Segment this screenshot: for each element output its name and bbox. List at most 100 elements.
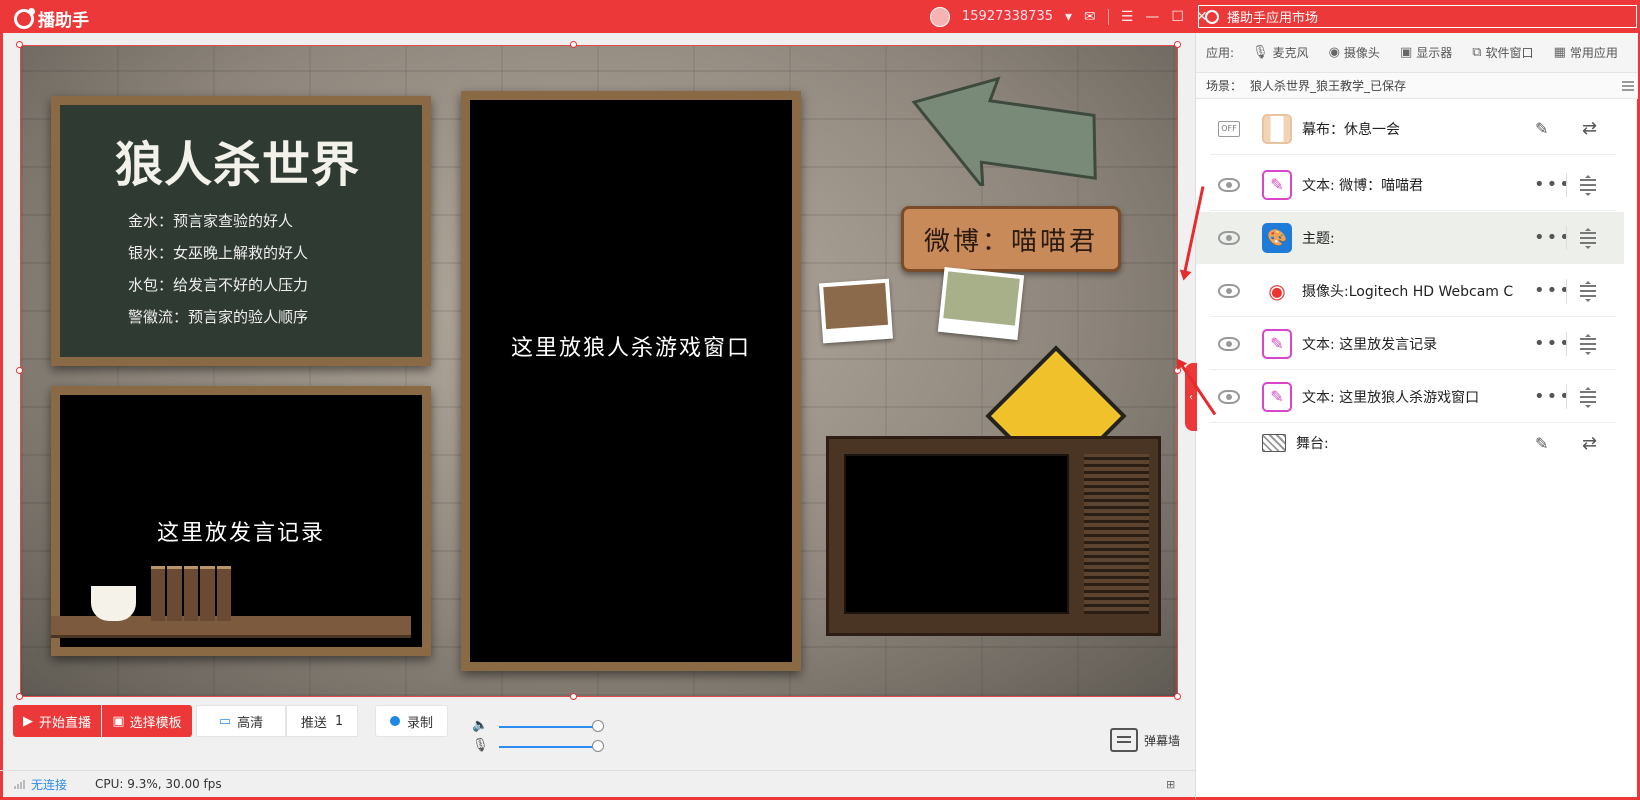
mail-icon[interactable]: ✉ [1084,9,1096,25]
layer-item[interactable]: ✎ 文本: 微博：喵喵君 ••• [1210,159,1616,211]
layer-label: 摄像头:Logitech HD Webcam C [1302,283,1514,300]
scene-label: 场景： [1206,79,1243,93]
danmu-wall-button[interactable]: 弹幕墙 [1110,728,1180,752]
resize-handle[interactable] [570,41,577,48]
chalk-line: 警徽流：预言家的验人顺序 [128,308,309,326]
weibo-sign[interactable]: 微博：喵喵君 [901,206,1121,272]
menu-icon[interactable] [1622,81,1634,83]
layer-item[interactable]: ◉ 摄像头:Logitech HD Webcam C ••• [1210,265,1616,317]
eye-icon[interactable] [1218,336,1240,351]
mic-knob[interactable] [592,740,604,752]
expand-icon[interactable]: ⊞ [1166,778,1175,791]
game-window-board[interactable]: 这里放狼人杀游戏窗口 [461,91,801,671]
tv-grille [1084,454,1149,614]
swap-icon[interactable]: ⇄ [1582,433,1597,454]
photo [937,266,1025,341]
chalkboard: 狼人杀世界 金水：预言家查验的好人 银水：女巫晚上解救的好人 水包：给发言不好的… [51,96,431,366]
app-label: 软件窗口 [1485,46,1534,60]
divider [1566,279,1567,303]
chalk-line: 水包：给发言不好的人压力 [128,276,309,294]
swap-icon[interactable]: ⇄ [1582,118,1597,139]
select-template-button[interactable]: ▣ 选择模板 [102,705,192,737]
drag-handle-icon[interactable] [1580,386,1596,408]
monitor-icon: ▭ [218,713,232,729]
start-live-button[interactable]: ▶ 开始直播 [13,705,101,737]
resize-handle[interactable] [1174,693,1181,700]
chalk-line: 银水：女巫晚上解救的好人 [128,244,309,262]
scene-name[interactable]: 狼人杀世界_狼王教学_已保存 [1250,77,1406,94]
title-bar: 播助手 15927338735 ▾ ✉ ☰ — ☐ ✕ 播助手应用市场 [0,0,1640,33]
minimize-icon[interactable]: — [1145,9,1159,25]
push-button[interactable]: 推送 1 [286,705,358,737]
volume-knob[interactable] [592,720,604,732]
visibility-off-icon[interactable]: OFF [1218,120,1240,137]
chat-icon [1110,728,1138,752]
push-label: 推送 [300,715,327,731]
market-label: 播助手应用市场 [1227,11,1319,26]
speaker-icon[interactable]: 🔈 [472,718,488,733]
camera-icon: ◉ [1328,45,1340,60]
record-button[interactable]: 录制 [375,705,448,737]
layer-label: 文本: 微博：喵喵君 [1302,177,1424,194]
resize-handle[interactable] [16,693,23,700]
drag-handle-icon[interactable] [1580,174,1596,196]
app-market-button[interactable]: 播助手应用市场 [1198,5,1637,28]
text-edit-icon: ✎ [1262,328,1292,359]
coffee-cup [91,586,136,621]
app-microphone[interactable]: 🎙 麦克风 [1252,44,1309,61]
quality-label: 高清 [237,715,264,731]
chevron-down-icon[interactable]: ▾ [1065,9,1072,25]
palette-icon: 🎨 [1262,222,1292,253]
resize-handle[interactable] [16,367,23,374]
app-window[interactable]: ⧉ 软件窗口 [1472,44,1533,61]
danmu-label: 弹幕墙 [1144,733,1181,748]
menu-icon[interactable]: ☰ [1121,9,1134,25]
speech-record-text: 这里放发言记录 [156,521,325,546]
webcam-icon: ◉ [1268,278,1286,303]
edit-icon[interactable]: ✎ [1535,434,1548,453]
monitor-icon: ▣ [1399,45,1413,60]
eye-icon[interactable] [1218,283,1240,298]
layer-label: 主题: [1302,230,1335,247]
divider [1566,385,1567,409]
play-icon: ▶ [22,713,33,729]
resize-handle[interactable] [16,41,23,48]
divider [1566,226,1567,250]
start-live-label: 开始直播 [38,715,91,731]
layer-item[interactable]: ✎ 文本: 这里放发言记录 ••• [1210,318,1616,370]
drag-handle-icon[interactable] [1580,280,1596,302]
maximize-icon[interactable]: ☐ [1171,9,1184,25]
curtain-icon [1262,113,1292,144]
app-logo: 播助手 [14,6,89,31]
text-edit-icon: ✎ [1262,169,1292,200]
resize-handle[interactable] [570,693,577,700]
drag-handle-icon[interactable] [1580,227,1596,249]
resize-handle[interactable] [1174,41,1181,48]
scene-bar: 场景： 狼人杀世界_狼王教学_已保存 [1196,73,1638,99]
layer-item[interactable]: OFF 幕布：休息一会 ✎ ⇄ [1210,103,1616,155]
app-camera[interactable]: ◉ 摄像头 [1329,44,1380,61]
eye-icon[interactable] [1218,389,1240,404]
avatar[interactable] [930,6,950,27]
mic-slider[interactable] [499,746,597,748]
volume-slider[interactable] [499,726,597,728]
title-bar-controls: 15927338735 ▾ ✉ ☰ — ☐ ✕ [930,0,1208,33]
tv-screen[interactable] [844,454,1069,614]
app-monitor[interactable]: ▣ 显示器 [1400,44,1452,61]
eye-icon[interactable] [1218,230,1240,245]
edit-icon[interactable]: ✎ [1535,119,1548,138]
stage-preview[interactable]: 狼人杀世界 金水：预言家查验的好人 银水：女巫晚上解救的好人 水包：给发言不好的… [20,45,1178,697]
chalk-line: 金水：预言家查验的好人 [128,212,294,230]
stage-icon [1262,434,1286,452]
layer-item-selected[interactable]: 🎨 主题: ••• [1196,212,1624,264]
layer-label: 舞台: [1296,436,1329,452]
quality-button[interactable]: ▭ 高清 [196,705,286,737]
app-common[interactable]: ▦ 常用应用 [1554,44,1618,61]
divider [1566,173,1567,197]
layer-item[interactable]: 舞台: ✎ ⇄ [1210,417,1616,469]
user-phone[interactable]: 15927338735 [962,9,1053,24]
drag-handle-icon[interactable] [1580,333,1596,355]
layer-item[interactable]: ✎ 文本: 这里放狼人杀游戏窗口 ••• [1210,371,1616,423]
microphone-icon[interactable]: 🎙 [472,738,489,753]
eye-icon[interactable] [1218,177,1240,192]
